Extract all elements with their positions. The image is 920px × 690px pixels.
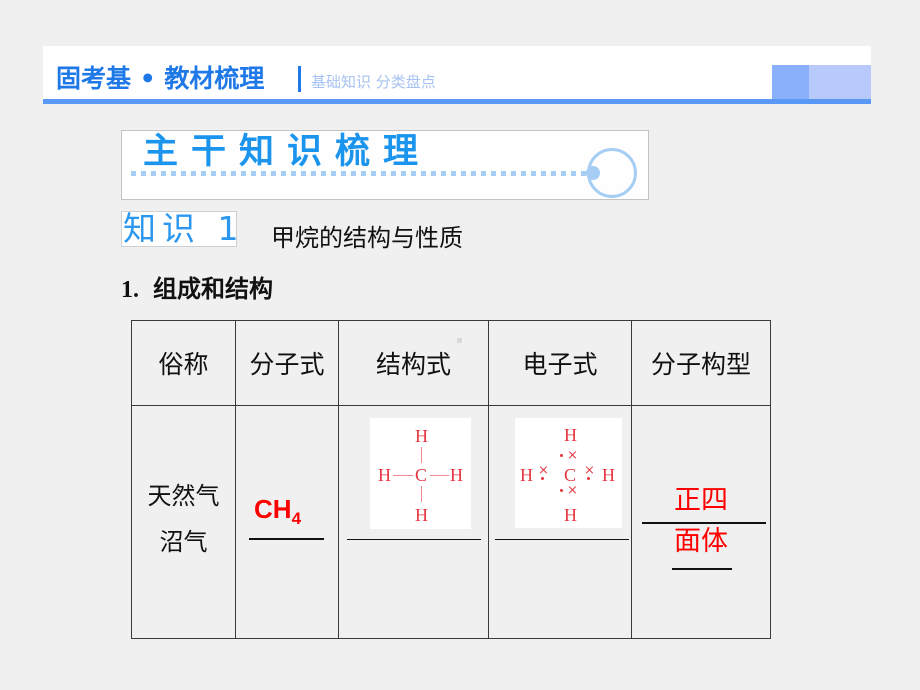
header-decoration-block: [772, 65, 809, 99]
header-cell-electron-formula: 电子式: [488, 320, 632, 406]
knowledge-heading: 甲烷的结构与性质: [271, 224, 463, 252]
atom-h-left: H: [520, 465, 533, 485]
atom-h-right: H: [602, 465, 615, 485]
atom-h-top: H: [564, 425, 577, 445]
structural-formula-diagram: H H C H H: [370, 418, 471, 529]
header-separator: [298, 66, 301, 92]
methane-structure-table: 俗称 分子式 结构式 电子式 分子构型 天然气 沼气 CH4 H H C H H…: [131, 320, 771, 639]
bond-left: [393, 475, 413, 476]
header-cell-structural-formula: 结构式: [338, 320, 489, 406]
answer-blank-line: [642, 522, 766, 524]
electron-formula-diagram: H × H × C × H × H: [515, 418, 622, 528]
atom-h-left: H: [378, 465, 391, 485]
header-subtitle: 基础知识 分类盘点: [311, 73, 436, 91]
section-number: 1.: [121, 277, 139, 303]
answer-blank-line: [672, 568, 732, 570]
molecular-formula: CH4: [254, 494, 301, 534]
header-underline: [43, 99, 871, 104]
electron-cross: ×: [567, 448, 578, 463]
table-row: 天然气 沼气 CH4 H H C H H H × H × C × H × H 正…: [131, 405, 771, 639]
common-name: 天然气: [147, 482, 220, 510]
atom-h-bottom: H: [415, 505, 428, 525]
section-title: 组成和结构: [153, 275, 273, 303]
cell-electron-formula: H × H × C × H × H: [488, 405, 632, 639]
knowledge-label: 知识 1: [123, 209, 245, 248]
cell-common-names: 天然气 沼气: [131, 405, 236, 639]
banner-title: 主干知识梳理: [143, 132, 432, 172]
electron-dot: [560, 454, 563, 457]
electron-cross: ×: [584, 463, 595, 478]
electron-dot: [587, 477, 590, 480]
electron-cross: ×: [538, 463, 549, 478]
atom-h-right: H: [450, 465, 463, 485]
cell-molecular-shape: 正四 面体: [631, 405, 771, 639]
cell-molecular-formula: CH4: [235, 405, 339, 639]
table-header-row: 俗称 分子式 结构式 电子式 分子构型: [131, 320, 771, 406]
atom-h-top: H: [415, 426, 428, 446]
cell-structural-formula: H H C H H: [338, 405, 489, 639]
banner-dot-icon: [586, 166, 600, 180]
banner-dotted-line: [131, 171, 594, 176]
shape-answer-line2: 面体: [674, 526, 728, 557]
electron-dot: [560, 489, 563, 492]
answer-blank-line: [249, 538, 324, 540]
header-cell-molecular-shape: 分子构型: [631, 320, 771, 406]
formula-main: CH: [254, 494, 292, 524]
common-name: 沼气: [159, 528, 208, 556]
electron-dot: [541, 477, 544, 480]
section-heading: 1. 组成和结构: [121, 272, 273, 307]
bond-top: [421, 447, 422, 463]
bond-bottom: [421, 486, 422, 502]
atom-c-center: C: [415, 465, 428, 485]
header-cell-molecular-formula: 分子式: [235, 320, 339, 406]
atom-h-bottom: H: [564, 505, 577, 525]
header-decoration-block: [809, 65, 871, 99]
header-cell-common-name: 俗称: [131, 320, 236, 406]
answer-blank-line: [347, 539, 481, 540]
electron-cross: ×: [567, 483, 578, 498]
shape-answer-line1: 正四: [674, 485, 728, 516]
header-title: 固考基 • 教材梳理: [56, 64, 265, 93]
answer-blank-line: [495, 539, 629, 540]
formula-subscript: 4: [291, 509, 302, 528]
bond-right: [430, 475, 449, 476]
atom-c-center: C: [564, 465, 577, 485]
